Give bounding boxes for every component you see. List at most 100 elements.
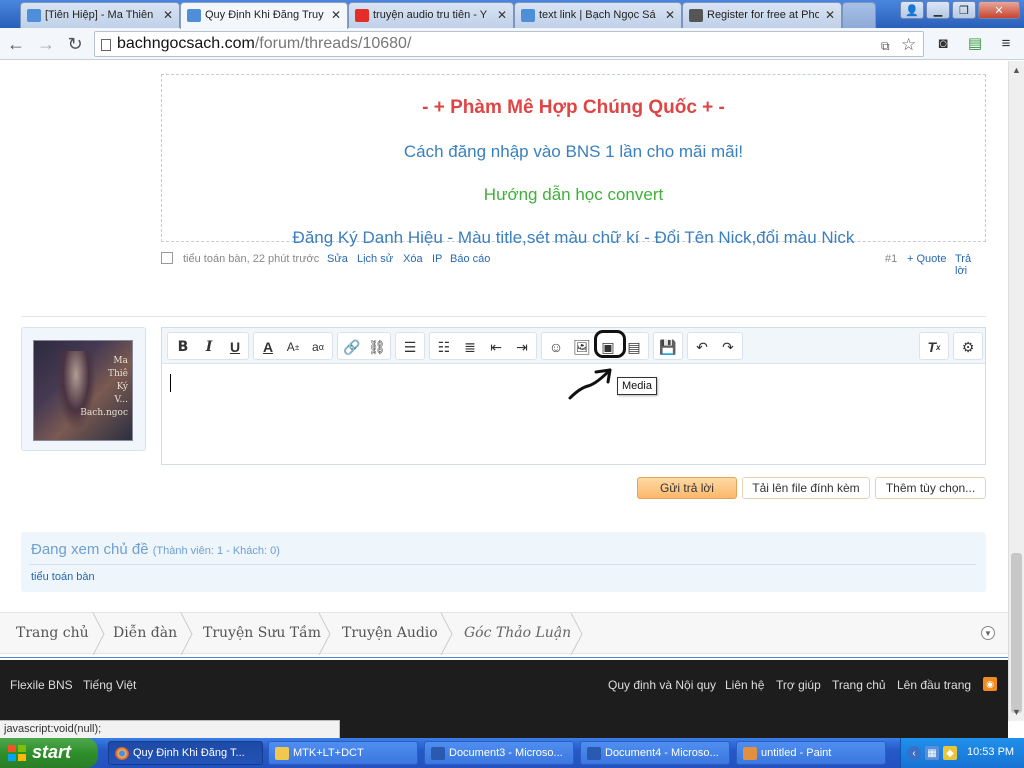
post-author-time: tiểu toán bàn, 22 phút trước	[183, 253, 320, 265]
upload-attachment-button[interactable]: Tải lên file đính kèm	[742, 477, 870, 499]
breadcrumb-item-collected[interactable]: Truyện Sưu Tầm	[203, 625, 321, 641]
restore-button[interactable]: ❐	[952, 1, 976, 19]
code-icon[interactable]: ▤	[623, 337, 645, 357]
user-icon[interactable]: 👤	[900, 1, 924, 19]
tray-arrow-icon[interactable]: ‹	[907, 746, 921, 760]
history-link[interactable]: Lịch sử	[357, 253, 393, 265]
reload-icon[interactable]: ↻	[63, 32, 87, 56]
chevron-down-icon[interactable]: ▼	[981, 626, 995, 640]
back-arrow-icon[interactable]: ←	[4, 32, 28, 56]
camera-favicon-icon	[689, 9, 703, 22]
footer-contact-link[interactable]: Liên hệ	[725, 678, 764, 692]
footer-language-link[interactable]: Tiếng Việt	[83, 678, 136, 692]
signature-link[interactable]: Hướng dẫn học convert	[162, 185, 985, 205]
rss-icon[interactable]: ◉	[983, 677, 997, 691]
toggle-bbcode-icon[interactable]: ⚙	[957, 337, 979, 357]
breadcrumb-item-audio[interactable]: Truyện Audio	[342, 625, 438, 641]
select-post-checkbox[interactable]	[161, 252, 173, 264]
network-icon[interactable]: ▦	[925, 746, 939, 760]
quote-link[interactable]: + Quote	[907, 253, 946, 265]
link-icon[interactable]: 🔗	[341, 337, 363, 357]
remove-format-icon[interactable]: Tx	[923, 337, 945, 357]
footer-home-link[interactable]: Trang chủ	[832, 678, 886, 692]
undo-icon[interactable]: ↶	[691, 337, 713, 357]
footer-rules-link[interactable]: Quy định và Nội quy	[608, 678, 716, 692]
tab-title: Quy Định Khi Đăng Truy	[205, 9, 324, 21]
numbered-list-icon[interactable]: ≣	[459, 337, 481, 357]
more-options-button[interactable]: Thêm tùy chọn...	[875, 477, 986, 499]
signature-line[interactable]: - + Phàm Mê Hợp Chúng Quốc + -	[162, 97, 985, 119]
taskbar-item-paint[interactable]: untitled - Paint	[736, 741, 886, 765]
avatar[interactable]: Ma Thiê Ký V... Bach.ngoc	[33, 340, 133, 441]
browser-tab[interactable]: truyện audio tru tiên - Y ✕	[348, 2, 514, 28]
star-icon[interactable]: ☆	[901, 35, 916, 55]
report-link[interactable]: Báo cáo	[450, 253, 490, 265]
taskbar-item-word[interactable]: Document3 - Microso...	[424, 741, 574, 765]
minimize-button[interactable]: ▁	[926, 1, 950, 19]
close-icon[interactable]: ✕	[163, 8, 173, 22]
underline-button[interactable]: U	[224, 337, 246, 357]
menu-icon[interactable]: ≡	[995, 32, 1017, 54]
bullet-list-icon[interactable]: ☷	[433, 337, 455, 357]
window-controls: 👤 ▁ ❐ ✕	[900, 1, 1020, 19]
signature-link[interactable]: Đăng Ký Danh Hiệu - Màu title,sét màu ch…	[162, 228, 985, 248]
unlink-icon[interactable]: ⛓	[366, 337, 388, 357]
scroll-up-icon[interactable]: ▲	[1012, 65, 1021, 75]
browser-tab[interactable]: [Tiên Hiệp] - Ma Thiên K ✕	[20, 2, 180, 28]
delete-link[interactable]: Xóa	[403, 253, 423, 265]
close-window-button[interactable]: ✕	[978, 1, 1020, 19]
windows-flag-icon	[8, 745, 26, 761]
taskbar-item-word[interactable]: Document4 - Microso...	[580, 741, 730, 765]
breadcrumb-item-home[interactable]: Trang chủ	[16, 625, 89, 641]
taskbar-item-chrome[interactable]: Quy Định Khi Đăng T...	[108, 741, 263, 765]
close-icon[interactable]: ✕	[497, 8, 507, 22]
extension-page-icon[interactable]: ▤	[964, 32, 986, 54]
align-icon[interactable]: ☰	[399, 337, 421, 357]
outdent-icon[interactable]: ⇤	[485, 337, 507, 357]
close-icon[interactable]: ✕	[665, 8, 675, 22]
post-number[interactable]: #1	[885, 253, 897, 265]
submit-reply-button[interactable]: Gửi trả lời	[637, 477, 737, 499]
scrollbar-thumb[interactable]	[1011, 553, 1022, 713]
bold-button[interactable]: B	[172, 337, 194, 357]
tray-app-icon[interactable]: ◆	[943, 746, 957, 760]
font-color-button[interactable]: A	[257, 337, 279, 357]
font-family-button[interactable]: aα	[307, 337, 329, 357]
italic-button[interactable]: I	[198, 337, 220, 357]
browser-tab-active[interactable]: Quy Định Khi Đăng Truy ✕	[180, 2, 348, 29]
breadcrumb-item-forum[interactable]: Diễn đàn	[113, 625, 177, 641]
browser-tab[interactable]: Register for free at Pho ✕	[682, 2, 842, 28]
close-icon[interactable]: ✕	[331, 8, 341, 22]
translate-icon[interactable]: ⧉	[881, 39, 890, 54]
save-draft-icon[interactable]: 💾	[657, 337, 679, 357]
browser-status-bar: javascript:void(null);	[0, 720, 340, 738]
divider	[29, 564, 976, 565]
redo-icon[interactable]: ↷	[717, 337, 739, 357]
footer-top-link[interactable]: Lên đầu trang	[897, 678, 971, 692]
page-scrollbar[interactable]: ▲ ▼	[1008, 61, 1024, 721]
footer-style-link[interactable]: Flexile BNS	[10, 678, 73, 692]
scroll-down-icon[interactable]: ▼	[1012, 707, 1021, 717]
reply-link[interactable]: Trả lời	[955, 253, 986, 277]
footer-help-link[interactable]: Trợ giúp	[776, 678, 821, 692]
font-size-button[interactable]: A ±	[282, 337, 304, 357]
smilie-icon[interactable]: ☺	[545, 337, 567, 357]
avatar-lettering: Ma Thiê Ký V... Bach.ngoc	[80, 356, 128, 418]
address-bar[interactable]: bachngocsach.com/forum/threads/10680/ ⧉ …	[94, 31, 924, 57]
indent-icon[interactable]: ⇥	[511, 337, 533, 357]
ip-link[interactable]: IP	[432, 253, 442, 265]
page-content: - + Phàm Mê Hợp Chúng Quốc + - Cách đăng…	[0, 61, 1008, 658]
extension-glasses-icon[interactable]: ◙	[932, 32, 954, 54]
tab-title: truyện audio tru tiên - Y	[373, 9, 488, 21]
viewer-member-link[interactable]: tiểu toán bàn	[31, 571, 95, 583]
taskbar-item-folder[interactable]: MTK+LT+DCT	[268, 741, 418, 765]
edit-link[interactable]: Sửa	[327, 253, 348, 265]
forward-arrow-icon[interactable]: →	[34, 32, 58, 56]
breadcrumb-item-discussion[interactable]: Góc Thảo Luận	[464, 625, 571, 641]
browser-tab[interactable]: text link | Bạch Ngọc Sá ✕	[514, 2, 682, 28]
start-button[interactable]: start	[0, 738, 98, 768]
image-icon[interactable]: 🖼	[571, 337, 593, 357]
close-icon[interactable]: ✕	[825, 8, 835, 22]
signature-link[interactable]: Cách đăng nhập vào BNS 1 lần cho mãi mãi…	[162, 142, 985, 162]
new-tab-button[interactable]	[842, 2, 876, 28]
